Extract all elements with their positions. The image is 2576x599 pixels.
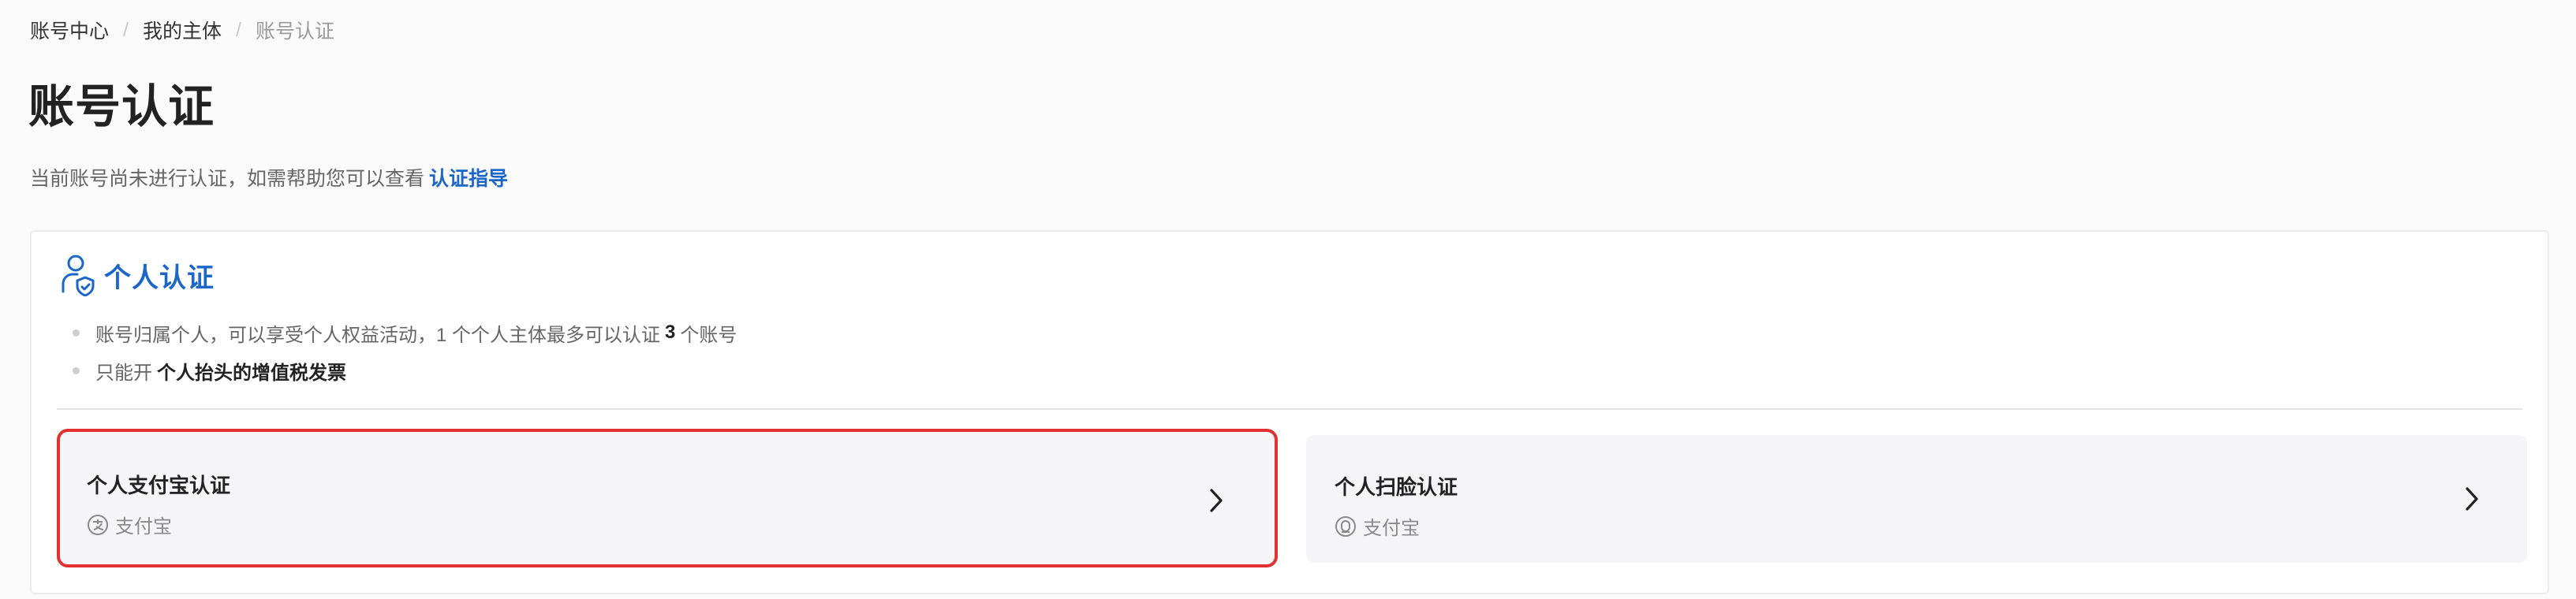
alipay-icon	[88, 514, 108, 535]
chevron-right-icon	[2466, 487, 2478, 511]
breadcrumb-my-entity[interactable]: 我的主体	[143, 16, 222, 44]
bullet-dot	[73, 366, 80, 374]
bullet-dot	[73, 329, 80, 337]
card-header: 个人认证	[60, 254, 215, 296]
benefit-list: 账号归属个人，可以享受个人权益活动，1 个个人主体最多可以认证 3 个账号 只能…	[73, 314, 737, 389]
breadcrumb: 账号中心 / 我的主体 / 账号认证	[30, 16, 334, 44]
breadcrumb-separator: /	[123, 18, 129, 41]
page: 账号中心 / 我的主体 / 账号认证 账号认证 当前账号尚未进行认证，如需帮助您…	[0, 0, 2576, 599]
face-scan-verification-option[interactable]: 个人扫脸认证 支付宝	[1306, 435, 2527, 563]
alipay-verification-option[interactable]: 个人支付宝认证 支付宝	[57, 429, 1278, 567]
breadcrumb-current: 账号认证	[255, 20, 334, 43]
option-title: 个人支付宝认证	[87, 474, 231, 497]
option-title: 个人扫脸认证	[1335, 475, 1458, 499]
benefit-count: 3	[665, 322, 676, 343]
breadcrumb-separator: /	[235, 18, 241, 41]
verification-guide-link[interactable]: 认证指导	[429, 168, 508, 190]
personal-verification-card: 个人认证 账号归属个人，可以享受个人权益活动，1 个个人主体最多可以认证 3 个…	[30, 230, 2549, 594]
benefit-text-suffix: 个账号	[680, 324, 737, 346]
face-scan-icon	[1335, 515, 1356, 537]
benefit-item: 只能开 个人抬头的增值税发票	[73, 352, 737, 389]
divider	[57, 408, 2522, 410]
benefit-text: 只能开	[95, 362, 152, 384]
card-title: 个人认证	[104, 262, 215, 293]
option-subtitle: 支付宝	[87, 511, 172, 538]
option-subtitle: 支付宝	[1335, 512, 1420, 540]
benefit-invoice-type: 个人抬头的增值税发票	[157, 362, 346, 384]
person-shield-icon	[62, 255, 95, 296]
benefit-text: 账号归属个人，可以享受个人权益活动，1 个个人主体最多可以认证	[95, 324, 661, 346]
page-title: 账号认证	[28, 81, 215, 132]
chevron-right-icon	[1210, 489, 1223, 512]
breadcrumb-account-center[interactable]: 账号中心	[30, 16, 109, 44]
verification-notice: 当前账号尚未进行认证，如需帮助您可以查看 认证指导	[30, 163, 508, 192]
option-subtitle-text: 支付宝	[115, 516, 172, 538]
benefit-item: 账号归属个人，可以享受个人权益活动，1 个个人主体最多可以认证 3 个账号	[73, 314, 737, 352]
option-subtitle-text: 支付宝	[1363, 518, 1420, 539]
notice-text: 当前账号尚未进行认证，如需帮助您可以查看	[30, 168, 425, 190]
